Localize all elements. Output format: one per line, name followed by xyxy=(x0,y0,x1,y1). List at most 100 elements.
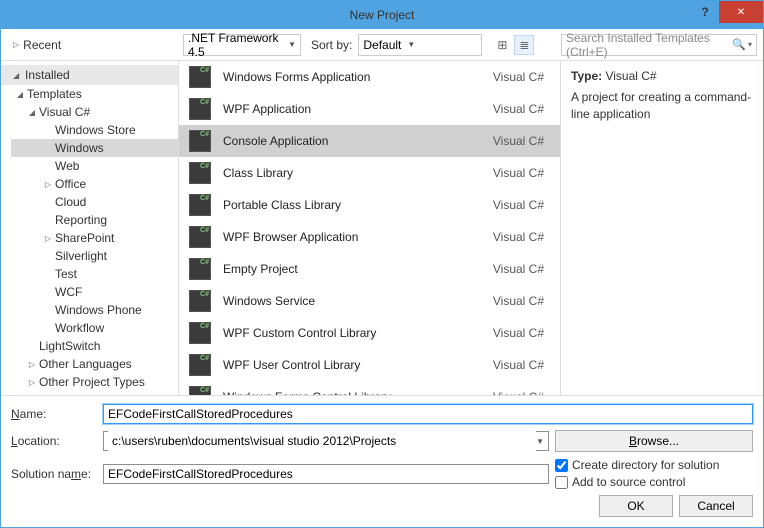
template-row[interactable]: WPF User Control LibraryVisual C# xyxy=(179,349,560,381)
tree-visual-csharp[interactable]: ◢Visual C# xyxy=(11,103,178,121)
tree-node-workflow[interactable]: Workflow xyxy=(11,319,178,337)
csharp-project-icon xyxy=(189,258,211,280)
details-pane: Type: Visual C# A project for creating a… xyxy=(561,61,763,395)
browse-button[interactable]: Browse... xyxy=(555,430,753,452)
tree-templates[interactable]: ◢Templates xyxy=(11,85,178,103)
search-input[interactable]: Search Installed Templates (Ctrl+E) 🔍 ▾ xyxy=(561,34,757,56)
top-toolbar: ▷Recent .NET Framework 4.5 ▼ Sort by: De… xyxy=(1,29,763,61)
tree-node-reporting[interactable]: Reporting xyxy=(11,211,178,229)
location-input[interactable] xyxy=(108,431,536,451)
csharp-project-icon xyxy=(189,226,211,248)
sort-by-dropdown[interactable]: Default ▼ xyxy=(358,34,482,56)
tree-node-wcf[interactable]: WCF xyxy=(11,283,178,301)
template-lang: Visual C# xyxy=(493,134,544,148)
tree-node-web[interactable]: Web xyxy=(11,157,178,175)
csharp-project-icon xyxy=(189,354,211,376)
template-name: Windows Forms Application xyxy=(223,70,493,84)
tree-node-windows-store[interactable]: Windows Store xyxy=(11,121,178,139)
name-label: Name: xyxy=(11,407,97,421)
template-row[interactable]: WPF Custom Control LibraryVisual C# xyxy=(179,317,560,349)
type-value: Visual C# xyxy=(605,69,656,83)
location-label: Location: xyxy=(11,434,97,448)
sort-by-label: Sort by: xyxy=(311,38,352,52)
name-input[interactable] xyxy=(103,404,753,424)
help-button[interactable]: ? xyxy=(691,1,719,23)
ok-button[interactable]: OK xyxy=(599,495,673,517)
new-project-dialog: New Project ? ✕ ▷Recent .NET Framework 4… xyxy=(0,0,764,528)
csharp-project-icon xyxy=(189,98,211,120)
template-lang: Visual C# xyxy=(493,102,544,116)
template-row[interactable]: Windows Forms Control LibraryVisual C# xyxy=(179,381,560,395)
template-name: Class Library xyxy=(223,166,493,180)
csharp-project-icon xyxy=(189,66,211,88)
template-row[interactable]: WPF ApplicationVisual C# xyxy=(179,93,560,125)
template-name: WPF User Control Library xyxy=(223,358,493,372)
template-row[interactable]: Console ApplicationVisual C# xyxy=(179,125,560,157)
template-name: WPF Browser Application xyxy=(223,230,493,244)
tree-node-windows-phone[interactable]: Windows Phone xyxy=(11,301,178,319)
csharp-project-icon xyxy=(189,162,211,184)
template-row[interactable]: Windows ServiceVisual C# xyxy=(179,285,560,317)
tree-node-cloud[interactable]: Cloud xyxy=(11,193,178,211)
template-lang: Visual C# xyxy=(493,70,544,84)
solution-name-label: Solution name: xyxy=(11,467,97,481)
solution-name-input[interactable] xyxy=(103,464,549,484)
chevron-down-icon: ▾ xyxy=(748,40,752,49)
csharp-project-icon xyxy=(189,130,211,152)
chevron-down-icon: ◢ xyxy=(15,90,25,99)
chevron-down-icon: ▼ xyxy=(288,40,296,49)
tree-lightswitch[interactable]: LightSwitch xyxy=(11,337,178,355)
close-button[interactable]: ✕ xyxy=(719,1,763,23)
template-lang: Visual C# xyxy=(493,166,544,180)
add-source-control-checkbox[interactable] xyxy=(555,476,568,489)
csharp-project-icon xyxy=(189,322,211,344)
bottom-form: Name: Location: ▼ Browse... Solution nam… xyxy=(1,395,763,527)
csharp-project-icon xyxy=(189,194,211,216)
template-name: WPF Application xyxy=(223,102,493,116)
category-sidebar[interactable]: ◢Installed ◢Templates ◢Visual C# Windows… xyxy=(1,61,179,395)
csharp-project-icon xyxy=(189,386,211,395)
cancel-button[interactable]: Cancel xyxy=(679,495,753,517)
template-lang: Visual C# xyxy=(493,230,544,244)
template-name: Console Application xyxy=(223,134,493,148)
type-label: Type: xyxy=(571,69,602,83)
template-lang: Visual C# xyxy=(493,294,544,308)
chevron-right-icon: ▷ xyxy=(27,360,37,369)
template-name: WPF Custom Control Library xyxy=(223,326,493,340)
view-small-icons-button[interactable]: ⊞ xyxy=(492,35,512,55)
window-title: New Project xyxy=(350,8,415,22)
window-controls: ? ✕ xyxy=(691,1,763,23)
view-mode-buttons: ⊞ ≣ xyxy=(492,35,534,55)
tree-node-silverlight[interactable]: Silverlight xyxy=(11,247,178,265)
template-description: A project for creating a command-line ap… xyxy=(571,89,753,123)
chevron-right-icon: ▷ xyxy=(43,180,53,189)
template-lang: Visual C# xyxy=(493,326,544,340)
sidebar-recent[interactable]: ▷Recent xyxy=(7,35,73,55)
tree-other-project-types[interactable]: ▷Other Project Types xyxy=(11,373,178,391)
tree-other-languages[interactable]: ▷Other Languages xyxy=(11,355,178,373)
chevron-down-icon: ▼ xyxy=(407,40,415,49)
chevron-down-icon[interactable]: ▼ xyxy=(536,437,544,446)
template-row[interactable]: Empty ProjectVisual C# xyxy=(179,253,560,285)
template-row[interactable]: Portable Class LibraryVisual C# xyxy=(179,189,560,221)
view-list-button[interactable]: ≣ xyxy=(514,35,534,55)
template-lang: Visual C# xyxy=(493,262,544,276)
template-row[interactable]: Class LibraryVisual C# xyxy=(179,157,560,189)
template-name: Portable Class Library xyxy=(223,198,493,212)
tree-node-sharepoint[interactable]: ▷SharePoint xyxy=(11,229,178,247)
chevron-down-icon: ◢ xyxy=(13,71,23,80)
tree-node-office[interactable]: ▷Office xyxy=(11,175,178,193)
sidebar-installed[interactable]: ◢Installed xyxy=(1,65,178,85)
tree-node-test[interactable]: Test xyxy=(11,265,178,283)
template-name: Windows Service xyxy=(223,294,493,308)
template-row[interactable]: WPF Browser ApplicationVisual C# xyxy=(179,221,560,253)
titlebar[interactable]: New Project ? ✕ xyxy=(1,1,763,29)
template-row[interactable]: Windows Forms ApplicationVisual C# xyxy=(179,61,560,93)
create-directory-checkbox[interactable] xyxy=(555,459,568,472)
chevron-right-icon: ▷ xyxy=(13,40,19,49)
chevron-right-icon: ▷ xyxy=(27,378,37,387)
framework-dropdown[interactable]: .NET Framework 4.5 ▼ xyxy=(183,34,301,56)
template-list[interactable]: Windows Forms ApplicationVisual C#WPF Ap… xyxy=(179,61,561,395)
template-lang: Visual C# xyxy=(493,198,544,212)
tree-node-windows[interactable]: Windows xyxy=(11,139,178,157)
